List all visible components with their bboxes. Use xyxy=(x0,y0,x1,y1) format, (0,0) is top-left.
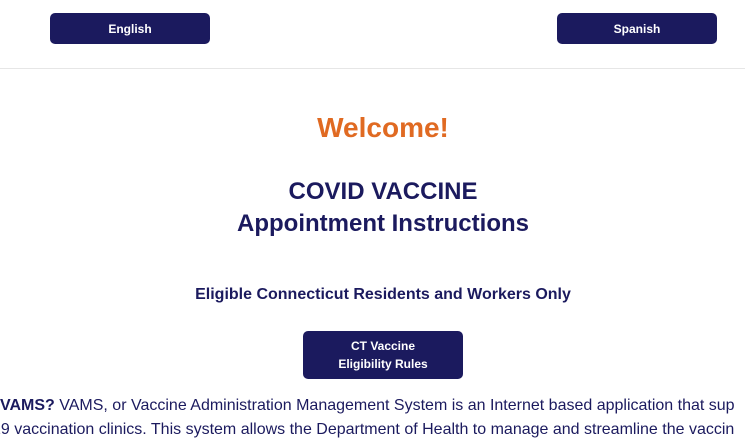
title-line-2: Appointment Instructions xyxy=(237,210,529,237)
vams-question: VAMS? xyxy=(0,397,55,414)
page: English Spanish Welcome! COVID VACCINE A… xyxy=(0,0,745,444)
vams-line-1-text: VAMS, or Vaccine Administration Manageme… xyxy=(54,397,735,414)
vams-description: VAMS? VAMS, or Vaccine Administration Ma… xyxy=(0,394,745,442)
eligibility-subheading: Eligible Connecticut Residents and Worke… xyxy=(195,286,571,303)
eligibility-rules-button[interactable]: CT Vaccine Eligibility Rules xyxy=(303,331,463,379)
vams-description-line-2: 19 vaccination clinics. This system allo… xyxy=(0,421,735,438)
page-title: COVID VACCINE Appointment Instructions xyxy=(0,176,745,240)
language-bar: English Spanish xyxy=(0,0,745,69)
english-button[interactable]: English xyxy=(50,13,210,44)
vams-description-line-1: VAMS? VAMS, or Vaccine Administration Ma… xyxy=(0,394,745,418)
rules-button-line-1: CT Vaccine xyxy=(350,339,416,353)
rules-button-line-2: Eligibility Rules xyxy=(338,357,428,371)
spanish-button[interactable]: Spanish xyxy=(557,13,717,44)
welcome-heading: Welcome! xyxy=(317,112,449,143)
title-line-1: COVID VACCINE xyxy=(288,178,478,205)
